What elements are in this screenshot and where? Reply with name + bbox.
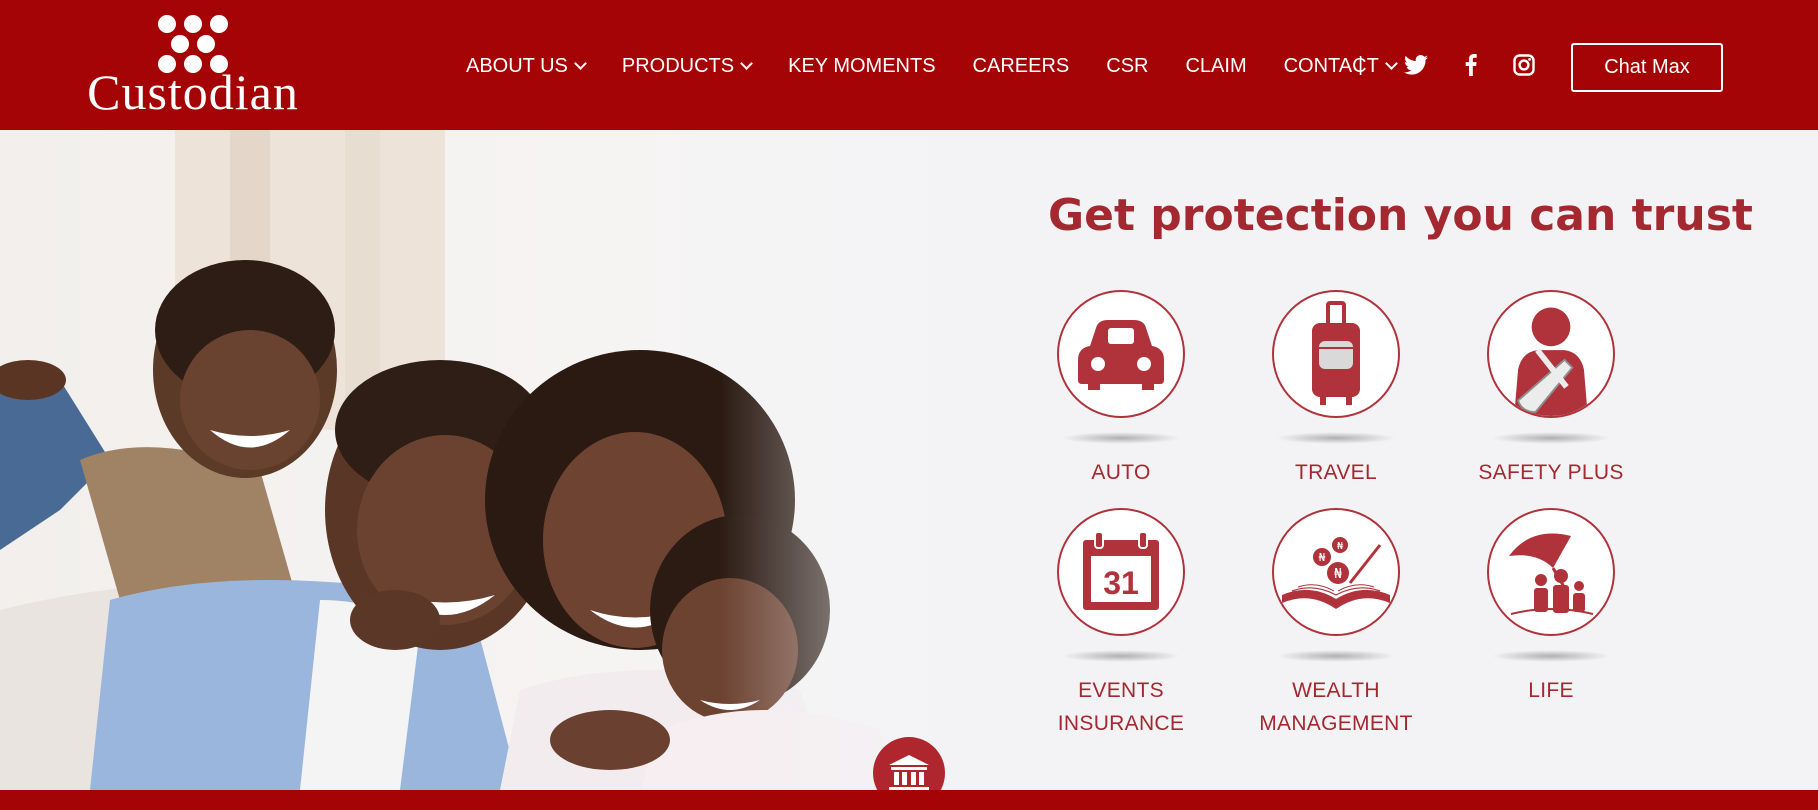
nav-claim-label: CLAIM xyxy=(1185,54,1247,77)
facebook-link[interactable] xyxy=(1456,50,1486,80)
product-travel-shadow xyxy=(1276,432,1396,444)
family-umbrella-icon xyxy=(1509,533,1594,615)
nav-about-us-label: ABOUT US xyxy=(466,54,568,77)
top-navigation-bar: Custodian ABOUT US PRODUCTS KEY MOMENTS … xyxy=(0,0,1818,130)
product-life-shadow xyxy=(1491,650,1611,662)
product-wealth-management-label-line-2: MANAGEMENT xyxy=(1259,712,1413,735)
product-safety-plus-shadow xyxy=(1491,432,1611,444)
chevron-down-icon xyxy=(1384,57,1398,70)
product-safety-plus-label-line-1: SAFETY PLUS xyxy=(1478,461,1624,484)
wealth-book-icon: ₦ ₦ ₦ xyxy=(1282,537,1390,609)
product-events-insurance-label-line-1: EVENTS xyxy=(1078,679,1164,702)
chevron-down-icon xyxy=(574,57,587,70)
nav-csr[interactable]: CSR xyxy=(1106,55,1148,78)
luggage-icon xyxy=(1312,301,1360,405)
product-events-insurance-label-line-2: INSURANCE xyxy=(1057,712,1185,735)
nav-products-label: PRODUCTS xyxy=(621,54,735,77)
product-wealth-management-circle: ₦ ₦ ₦ xyxy=(1272,508,1400,636)
nav-careers[interactable]: CAREERS xyxy=(973,55,1070,78)
coin-symbol-1: ₦ xyxy=(1319,551,1326,564)
product-auto-shadow xyxy=(1061,432,1181,444)
twitter-link[interactable] xyxy=(1401,50,1431,80)
product-events-insurance-shadow xyxy=(1061,650,1181,662)
coin-symbol-2: ₦ xyxy=(1337,541,1344,552)
nav-key-moments[interactable]: KEY MOMENTS xyxy=(788,55,935,78)
calendar-icon: 31 xyxy=(1083,531,1159,610)
nav-about-us[interactable]: ABOUT US xyxy=(466,54,587,78)
product-auto-label: AUTO xyxy=(1013,456,1229,489)
nav-products[interactable]: PRODUCTS xyxy=(621,54,753,78)
nav-csr-label: CSR xyxy=(1106,54,1149,77)
bottom-red-strip xyxy=(0,790,1818,810)
product-life-label: LIFE xyxy=(1443,674,1659,707)
nav-key-moments-label: KEY MOMENTS xyxy=(788,54,936,77)
custodian-logo[interactable]: Custodian xyxy=(76,12,310,120)
nav-contact-label: CONTACT xyxy=(1283,54,1379,77)
nav-contact[interactable]: CONTACT xyxy=(1283,54,1398,78)
instagram-icon xyxy=(1513,54,1535,76)
product-safety-plus-label: SAFETY PLUS xyxy=(1443,456,1659,489)
product-life-circle xyxy=(1487,508,1615,636)
page: Custodian ABOUT US PRODUCTS KEY MOMENTS … xyxy=(0,0,1818,810)
product-travel[interactable]: TRAVEL xyxy=(1228,290,1444,489)
coin-symbol-3: ₦ xyxy=(1334,567,1343,582)
chat-max-button[interactable]: Chat Max xyxy=(1571,43,1723,92)
main-nav: ABOUT US PRODUCTS KEY MOMENTS CAREERS CS… xyxy=(466,50,1398,82)
calendar-day-number: 31 xyxy=(1103,565,1139,601)
product-safety-plus-circle xyxy=(1487,290,1615,418)
facebook-icon xyxy=(1465,54,1477,76)
product-events-insurance-circle: 31 xyxy=(1057,508,1185,636)
product-safety-plus[interactable]: SAFETY PLUS xyxy=(1443,290,1659,489)
product-auto[interactable]: AUTO xyxy=(1013,290,1229,489)
family-hero-image xyxy=(0,130,1000,790)
product-life-label-line-1: LIFE xyxy=(1528,679,1574,702)
twitter-icon xyxy=(1404,55,1428,75)
product-travel-circle xyxy=(1272,290,1400,418)
logo-wordmark: Custodian xyxy=(87,64,299,120)
product-auto-circle xyxy=(1057,290,1185,418)
product-life[interactable]: LIFE xyxy=(1443,508,1659,707)
product-events-insurance[interactable]: 31 EVENTS INSURANCE xyxy=(1013,508,1229,740)
instagram-link[interactable] xyxy=(1509,50,1539,80)
product-wealth-management-label-line-1: WEALTH xyxy=(1292,679,1380,702)
product-events-insurance-label: EVENTS INSURANCE xyxy=(1013,674,1229,740)
product-auto-label-line-1: AUTO xyxy=(1091,461,1151,484)
nav-careers-label: CAREERS xyxy=(972,54,1070,77)
nav-claim[interactable]: CLAIM xyxy=(1185,55,1246,78)
product-wealth-management-label: WEALTH MANAGEMENT xyxy=(1228,674,1444,740)
chevron-down-icon xyxy=(740,57,753,70)
product-wealth-management[interactable]: ₦ ₦ ₦ WEALTH MANAGEMENT xyxy=(1228,508,1444,740)
product-wealth-management-shadow xyxy=(1276,650,1396,662)
nav-separator: | xyxy=(1358,54,1364,76)
injured-person-icon xyxy=(1514,307,1588,416)
bank-icon xyxy=(889,755,929,790)
product-travel-label-line-1: TRAVEL xyxy=(1295,461,1377,484)
hero-headline: Get protection you can trust xyxy=(1048,190,1753,241)
product-travel-label: TRAVEL xyxy=(1228,456,1444,489)
car-icon xyxy=(1078,320,1164,390)
hero-section: Get protection you can trust AUTO TRAVEL… xyxy=(0,130,1818,790)
